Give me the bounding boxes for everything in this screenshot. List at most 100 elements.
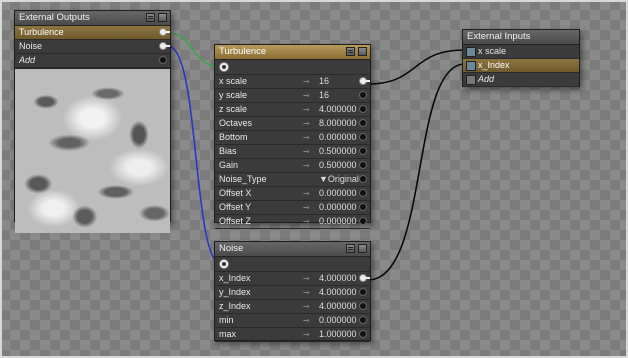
param-row[interactable]: Octaves ⊸ 8.000000	[215, 117, 370, 131]
param-value[interactable]: 8.000000	[319, 117, 357, 130]
param-row[interactable]: Offset Z ⊸ 0.000000	[215, 215, 370, 229]
output-label-turbulence: Turbulence	[19, 27, 64, 37]
input-row-x-scale[interactable]: x scale	[463, 45, 579, 59]
param-value[interactable]: 0.500000	[319, 159, 357, 172]
param-port-icon[interactable]	[359, 119, 367, 127]
noise-type-dropdown[interactable]: ▼Original	[319, 173, 359, 186]
input-type-icon[interactable]	[466, 47, 476, 57]
menu-icon[interactable]	[346, 244, 355, 253]
param-value[interactable]: 1.000000	[319, 328, 357, 341]
param-row[interactable]: x_Index ⊸ 4.000000	[215, 272, 370, 286]
output-row-noise[interactable]: Noise	[15, 40, 170, 54]
key-icon[interactable]: ⊸	[303, 131, 310, 144]
noise-title: Noise	[219, 243, 244, 254]
external-outputs-header[interactable]: External Outputs	[15, 11, 170, 26]
param-value[interactable]: 4.000000	[319, 272, 357, 285]
param-row[interactable]: Offset Y ⊸ 0.000000	[215, 201, 370, 215]
output-row-turbulence[interactable]: Turbulence	[15, 26, 170, 40]
param-port-icon[interactable]	[359, 147, 367, 155]
param-value[interactable]: 16	[319, 75, 329, 88]
collapse-icon[interactable]	[358, 244, 367, 253]
external-inputs-node[interactable]: External Inputs x scale x_Index Add	[462, 29, 580, 87]
param-port-icon[interactable]	[359, 316, 367, 324]
key-icon[interactable]: ⊸	[303, 159, 310, 172]
key-icon[interactable]: ⊸	[303, 215, 310, 228]
param-row[interactable]: z scale ⊸ 4.000000	[215, 103, 370, 117]
key-icon[interactable]: ⊸	[303, 89, 310, 102]
param-value[interactable]: 0.000000	[319, 215, 357, 228]
param-port-icon[interactable]	[359, 91, 367, 99]
param-row[interactable]: y_Index ⊸ 4.000000	[215, 286, 370, 300]
external-inputs-header[interactable]: External Inputs	[463, 30, 579, 45]
menu-icon[interactable]	[346, 47, 355, 56]
param-row[interactable]: y scale ⊸ 16	[215, 89, 370, 103]
param-value[interactable]: 16	[319, 89, 329, 102]
param-row[interactable]: Gain ⊸ 0.500000	[215, 159, 370, 173]
output-row-add[interactable]: Add	[15, 54, 170, 68]
param-port-icon[interactable]	[359, 217, 367, 225]
param-row-noise-type[interactable]: Noise_Type ▼Original	[215, 173, 370, 187]
input-row-add[interactable]: Add	[463, 73, 579, 87]
param-value[interactable]: 0.000000	[319, 131, 357, 144]
add-port-icon[interactable]	[159, 56, 167, 64]
param-port-icon[interactable]	[359, 203, 367, 211]
param-row[interactable]: min ⊸ 0.000000	[215, 314, 370, 328]
key-icon[interactable]: ⊸	[303, 201, 310, 214]
collapse-icon[interactable]	[158, 13, 167, 22]
output-port-icon[interactable]	[359, 77, 370, 85]
param-value[interactable]: 4.000000	[319, 286, 357, 299]
param-value[interactable]: 0.000000	[319, 201, 357, 214]
collapse-icon[interactable]	[358, 47, 367, 56]
param-value[interactable]: 0.500000	[319, 145, 357, 158]
param-port-icon[interactable]	[359, 161, 367, 169]
param-port-icon[interactable]	[359, 288, 367, 296]
output-port-icon[interactable]	[159, 28, 170, 36]
external-outputs-node[interactable]: External Outputs Turbulence Noise Add	[14, 10, 171, 233]
menu-icon[interactable]	[146, 13, 155, 22]
key-icon[interactable]: ⊸	[303, 272, 310, 285]
key-icon[interactable]: ⊸	[303, 103, 310, 116]
param-label: z_Index	[219, 301, 251, 311]
param-label: Bias	[219, 146, 237, 156]
param-port-icon[interactable]	[359, 175, 367, 183]
key-icon[interactable]: ⊸	[303, 117, 310, 130]
param-port-icon[interactable]	[359, 189, 367, 197]
key-icon[interactable]: ⊸	[303, 328, 310, 341]
key-icon[interactable]: ⊸	[303, 145, 310, 158]
node-input-port-icon[interactable]	[219, 62, 229, 72]
key-icon[interactable]: ⊸	[303, 187, 310, 200]
noise-header[interactable]: Noise	[215, 242, 370, 257]
param-row[interactable]: z_Index ⊸ 4.000000	[215, 300, 370, 314]
key-icon[interactable]: ⊸	[303, 75, 310, 88]
key-icon[interactable]: ⊸	[303, 300, 310, 313]
node-input-port-icon[interactable]	[219, 259, 229, 269]
wire-xindex-to-input	[367, 63, 466, 281]
param-value[interactable]: 0.000000	[319, 314, 357, 327]
key-icon[interactable]: ⊸	[303, 314, 310, 327]
output-port-icon[interactable]	[359, 274, 370, 282]
input-type-icon[interactable]	[466, 61, 476, 71]
param-label: max	[219, 329, 237, 339]
turbulence-node[interactable]: Turbulence x scale ⊸ 16 y scale ⊸ 16 z scale…	[214, 44, 371, 229]
input-row-x-index[interactable]: x_Index	[463, 59, 579, 73]
param-value[interactable]: 4.000000	[319, 103, 357, 116]
param-row[interactable]: max ⊸ 1.000000	[215, 328, 370, 342]
add-input-icon[interactable]	[466, 75, 476, 85]
external-inputs-title: External Inputs	[467, 31, 531, 42]
param-port-icon[interactable]	[359, 105, 367, 113]
output-port-icon[interactable]	[159, 42, 170, 50]
param-value[interactable]: 0.000000	[319, 187, 357, 200]
param-port-icon[interactable]	[359, 330, 367, 338]
input-label: x scale	[478, 46, 507, 56]
key-icon[interactable]: ⊸	[303, 286, 310, 299]
param-row[interactable]: x scale ⊸ 16	[215, 75, 370, 89]
param-row[interactable]: Bias ⊸ 0.500000	[215, 145, 370, 159]
param-value[interactable]: 4.000000	[319, 300, 357, 313]
param-row[interactable]: Offset X ⊸ 0.000000	[215, 187, 370, 201]
param-row[interactable]: Bottom ⊸ 0.000000	[215, 131, 370, 145]
param-label: Offset Z	[219, 216, 251, 226]
param-port-icon[interactable]	[359, 133, 367, 141]
turbulence-header[interactable]: Turbulence	[215, 45, 370, 60]
noise-node[interactable]: Noise x_Index ⊸ 4.000000 y_Index ⊸ 4.000000 …	[214, 241, 371, 342]
param-port-icon[interactable]	[359, 302, 367, 310]
